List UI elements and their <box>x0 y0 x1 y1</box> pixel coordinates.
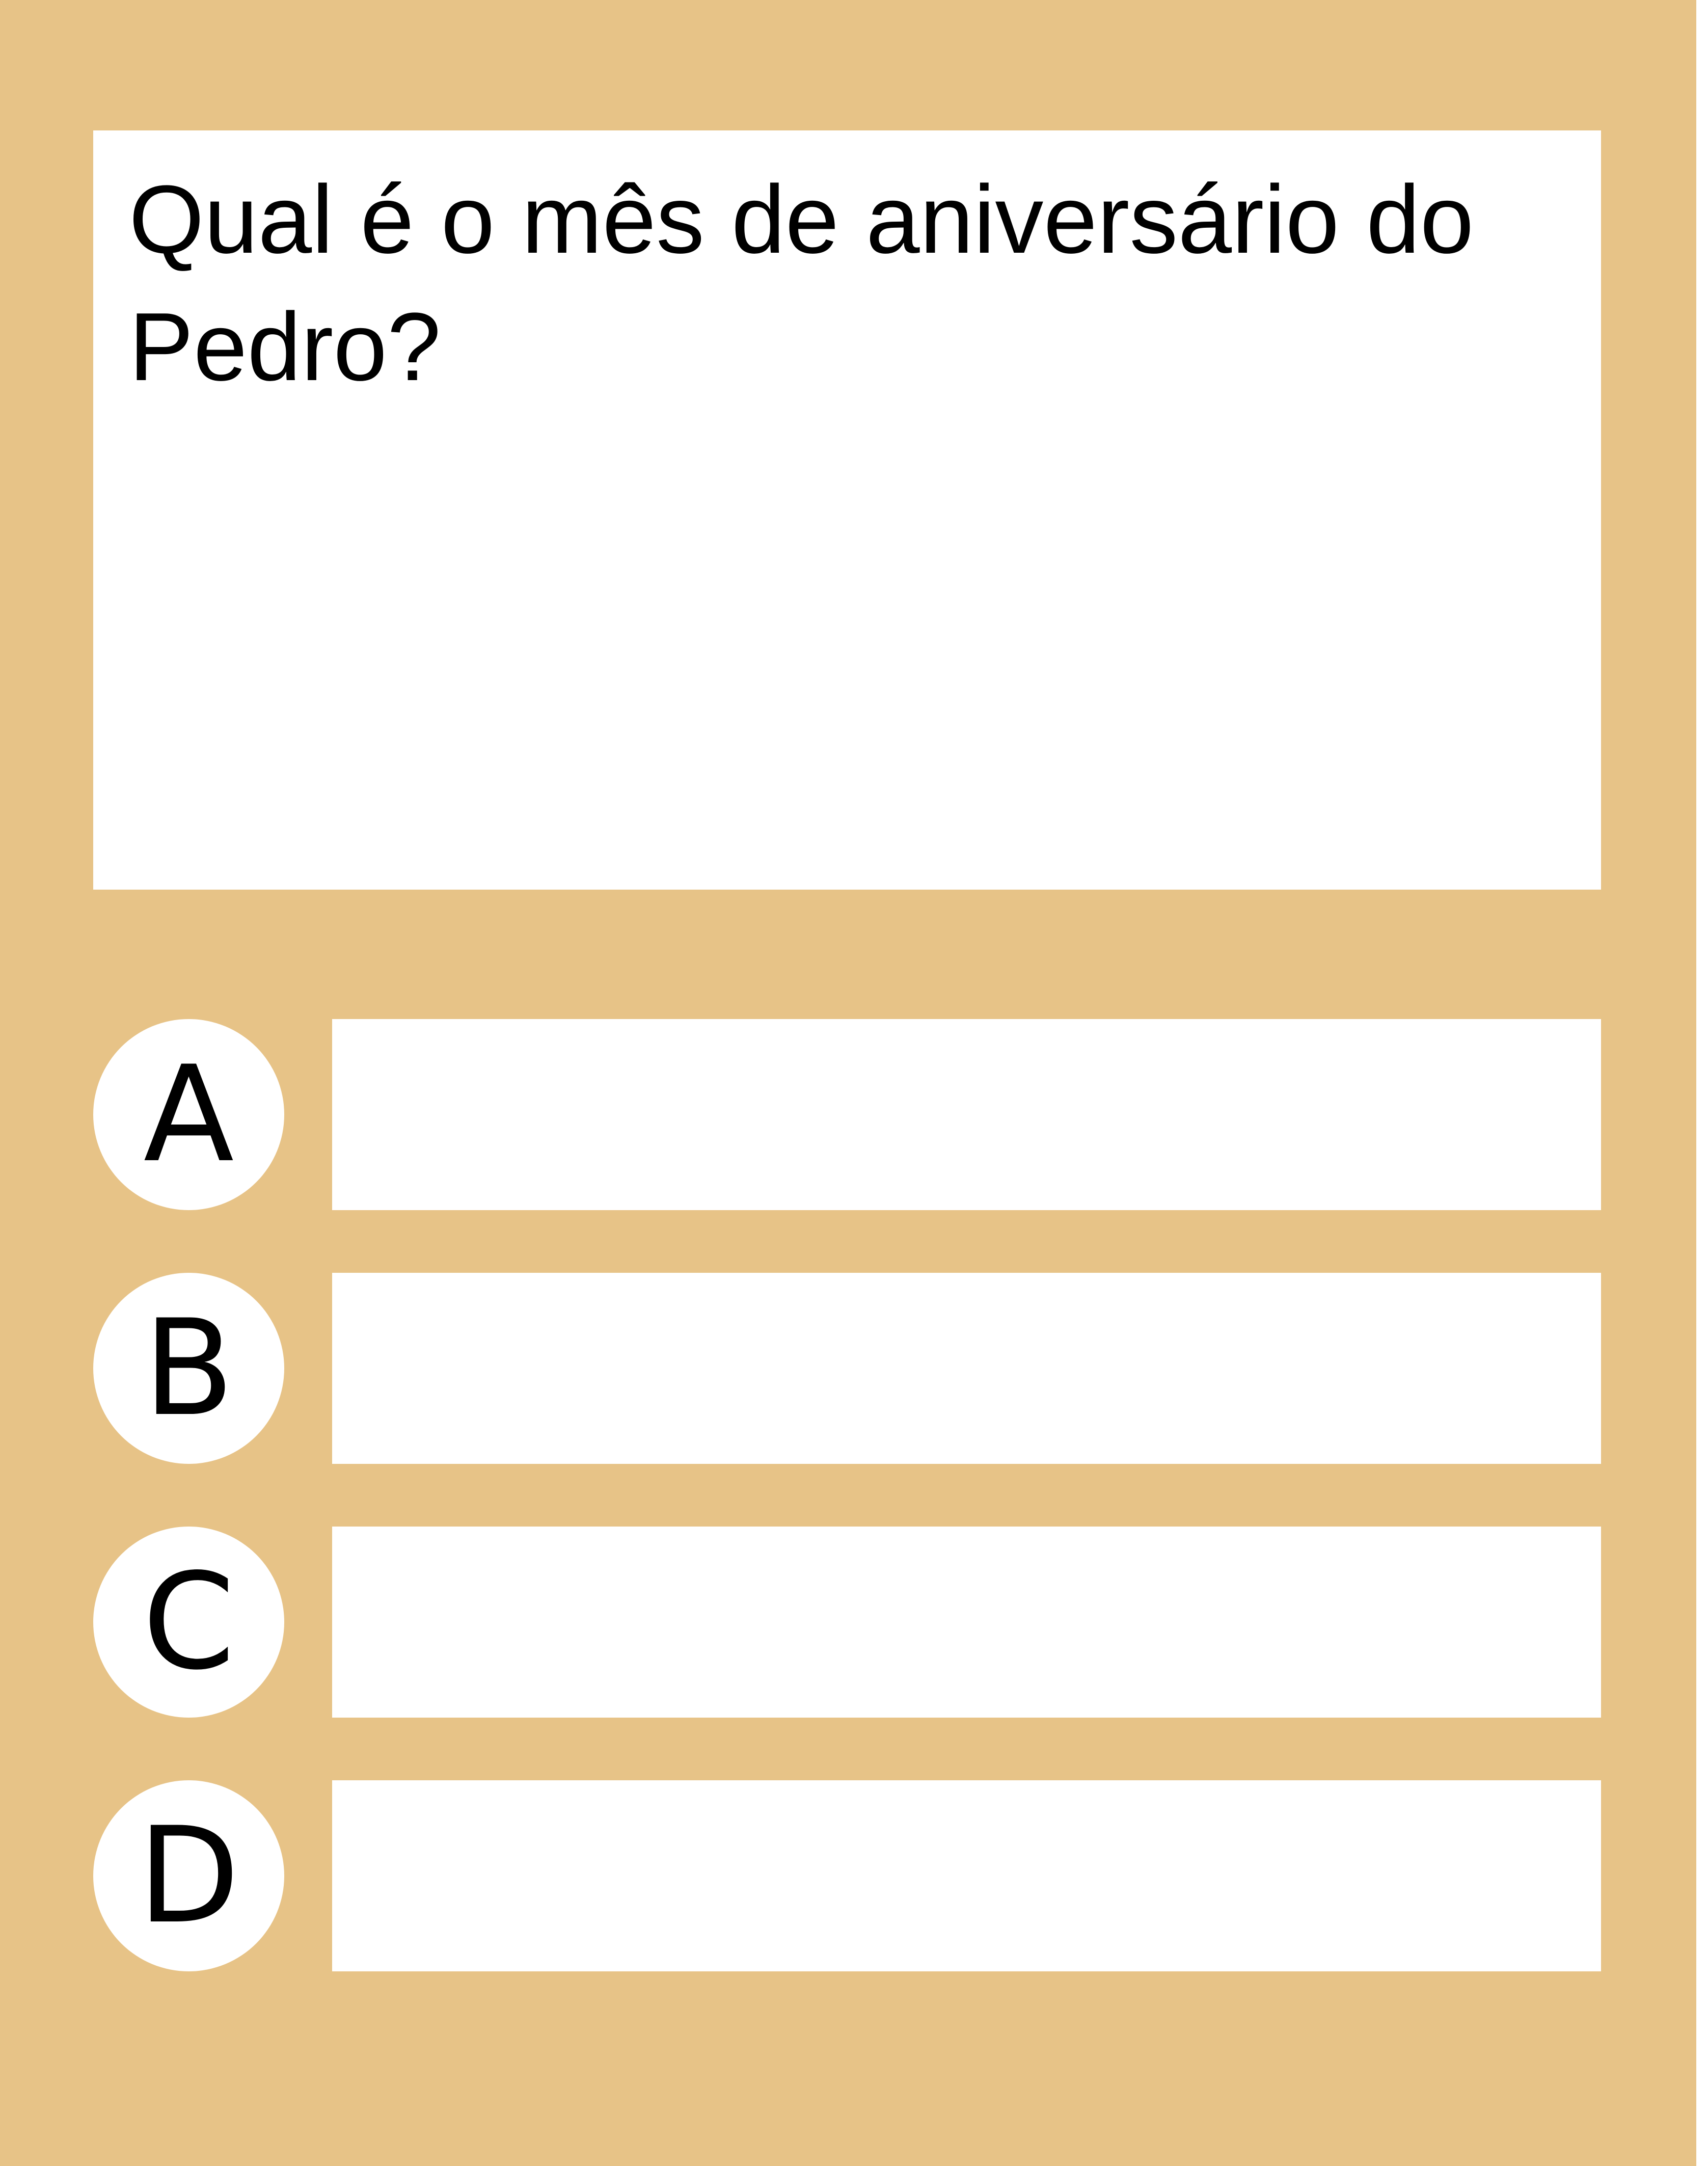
option-c-answer-box[interactable] <box>332 1527 1601 1718</box>
option-a-letter: A <box>143 1037 234 1192</box>
option-b-badge[interactable]: B <box>93 1273 284 1464</box>
option-d-badge[interactable]: D <box>93 1780 284 1971</box>
quiz-card: Qual é o mês de aniversário do Pedro? A … <box>0 0 1696 2166</box>
option-a-badge[interactable]: A <box>93 1019 284 1210</box>
option-b-letter: B <box>143 1291 234 1446</box>
option-d-answer-box[interactable] <box>332 1780 1601 1971</box>
question-panel: Qual é o mês de aniversário do Pedro? <box>93 130 1601 890</box>
option-b-answer-box[interactable] <box>332 1273 1601 1464</box>
option-c-letter: C <box>142 1545 235 1699</box>
question-text: Qual é o mês de aniversário do Pedro? <box>129 166 1474 401</box>
option-d-letter: D <box>138 1799 240 1953</box>
option-c-badge[interactable]: C <box>93 1527 284 1718</box>
option-a-answer-box[interactable] <box>332 1019 1601 1210</box>
